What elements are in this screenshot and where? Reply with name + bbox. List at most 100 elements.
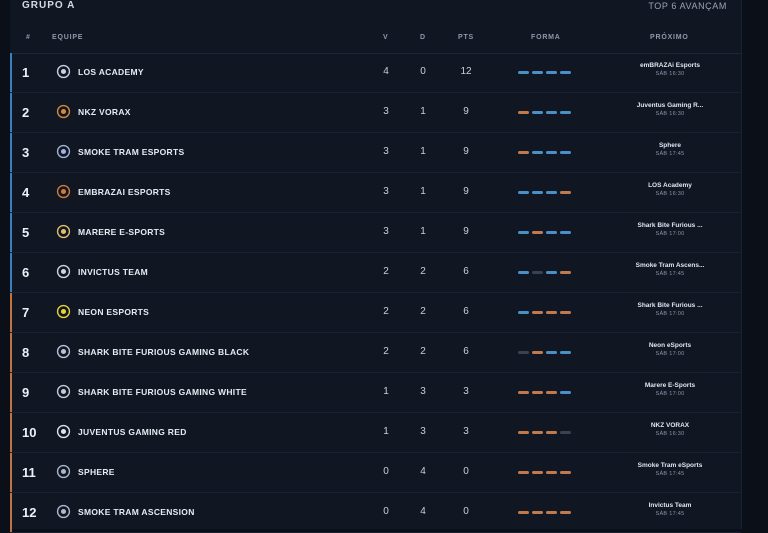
form-result-win <box>546 151 557 154</box>
table-row[interactable]: 10 JUVENTUS GAMING RED 1 3 3 NKZ VORAX S… <box>10 413 741 453</box>
row-position: 9 <box>22 385 30 400</box>
next-match[interactable]: Shark Bite Furious ... SÁB 17:00 <box>610 302 730 317</box>
zone-indicator <box>10 213 12 252</box>
team-name[interactable]: SMOKE TRAM ESPORTS <box>78 147 184 157</box>
wins-value: 3 <box>383 146 389 157</box>
row-position: 4 <box>22 185 30 200</box>
team-name[interactable]: NKZ VORAX <box>78 107 131 117</box>
form-result-loss <box>560 511 571 514</box>
form-result-loss <box>518 151 529 154</box>
table-header: # EQUIPE V D PTS FORMA PRÓXIMO <box>10 25 741 54</box>
table-row[interactable]: 8 SHARK BITE FURIOUS GAMING BLACK 2 2 6 … <box>10 333 741 373</box>
form-result-loss <box>518 471 529 474</box>
team-name[interactable]: SHARK BITE FURIOUS GAMING WHITE <box>78 387 247 397</box>
team-name[interactable]: JUVENTUS GAMING RED <box>78 427 187 437</box>
embrazai-logo-icon <box>56 184 71 199</box>
next-opponent: LOS Academy <box>648 182 692 189</box>
table-row[interactable]: 11 SPHERE 0 4 0 Smoke Tram eSports SÁB 1… <box>10 453 741 493</box>
form-result-win <box>560 351 571 354</box>
next-match[interactable]: Smoke Tram Ascens... SÁB 17:45 <box>610 262 730 277</box>
form-result-none <box>560 431 571 434</box>
zone-indicator <box>10 253 12 292</box>
form-result-win <box>560 71 571 74</box>
next-match[interactable]: Shark Bite Furious ... SÁB 17:00 <box>610 222 730 237</box>
team-name[interactable]: LOS ACADEMY <box>78 67 144 77</box>
team-name[interactable]: EMBRAZAI ESPORTS <box>78 187 171 197</box>
team-name[interactable]: INVICTUS TEAM <box>78 267 148 277</box>
form-result-loss <box>546 431 557 434</box>
team-name[interactable]: SPHERE <box>78 467 115 477</box>
losses-value: 2 <box>420 266 426 277</box>
form-result-win <box>560 391 571 394</box>
wins-value: 0 <box>383 466 389 477</box>
next-opponent: Shark Bite Furious ... <box>637 302 703 309</box>
next-opponent: Smoke Tram Ascens... <box>635 262 705 269</box>
next-opponent: Neon eSports <box>648 342 692 349</box>
next-match[interactable]: Marere E-Sports SÁB 17:00 <box>610 382 730 397</box>
form-result-loss <box>560 311 571 314</box>
form-result-win <box>546 191 557 194</box>
next-match[interactable]: Invictus Team SÁB 17:45 <box>610 502 730 517</box>
form-result-none <box>518 351 529 354</box>
points-value: 6 <box>463 346 469 357</box>
next-match-time: SÁB 17:00 <box>655 391 685 397</box>
group-header: GRUPO A TOP 6 AVANÇAM <box>10 0 741 22</box>
form-result-win <box>546 71 557 74</box>
team-name[interactable]: SHARK BITE FURIOUS GAMING BLACK <box>78 347 249 357</box>
group-title: GRUPO A <box>22 0 76 11</box>
next-match-time: SÁB 17:45 <box>655 471 685 477</box>
table-row[interactable]: 6 INVICTUS TEAM 2 2 6 Smoke Tram Ascens.… <box>10 253 741 293</box>
next-opponent: emBRAZAi Esports <box>640 62 700 69</box>
row-position: 10 <box>22 425 37 440</box>
next-opponent: Sphere <box>658 142 682 149</box>
table-row[interactable]: 5 MARERE E-SPORTS 3 1 9 Shark Bite Furio… <box>10 213 741 253</box>
form-result-loss <box>560 271 571 274</box>
wins-value: 0 <box>383 506 389 517</box>
juventus-logo-icon <box>56 424 71 439</box>
form-result-loss <box>532 431 543 434</box>
row-position: 7 <box>22 305 30 320</box>
wins-value: 4 <box>383 66 389 77</box>
table-row[interactable]: 3 SMOKE TRAM ESPORTS 3 1 9 Sphere SÁB 17… <box>10 133 741 173</box>
table-row[interactable]: 12 SMOKE TRAM ASCENSION 0 4 0 Invictus T… <box>10 493 741 533</box>
form-indicator <box>518 311 578 314</box>
losses-value: 4 <box>420 506 426 517</box>
next-match[interactable]: Neon eSports SÁB 17:00 <box>610 342 730 357</box>
team-name[interactable]: NEON ESPORTS <box>78 307 149 317</box>
next-match[interactable]: LOS Academy SÁB 16:30 <box>610 182 730 197</box>
next-match[interactable]: Juventus Gaming R... SÁB 16:30 <box>610 102 730 117</box>
next-opponent: Smoke Tram eSports <box>637 462 703 469</box>
table-row[interactable]: 2 NKZ VORAX 3 1 9 Juventus Gaming R... S… <box>10 93 741 133</box>
next-match[interactable]: Smoke Tram eSports SÁB 17:45 <box>610 462 730 477</box>
marere-logo-icon <box>56 224 71 239</box>
form-indicator <box>518 511 578 514</box>
next-match-time: SÁB 17:00 <box>655 231 685 237</box>
team-name[interactable]: SMOKE TRAM ASCENSION <box>78 507 195 517</box>
form-result-loss <box>546 311 557 314</box>
standings-table-body: 1 LOS ACADEMY 4 0 12 emBRAZAi Esports SÁ… <box>10 53 741 533</box>
form-indicator <box>518 391 578 394</box>
table-row[interactable]: 7 NEON ESPORTS 2 2 6 Shark Bite Furious … <box>10 293 741 333</box>
header-wins: V <box>383 34 389 41</box>
next-match[interactable]: Sphere SÁB 17:45 <box>610 142 730 157</box>
form-result-win <box>518 311 529 314</box>
next-match-time: SÁB 17:45 <box>655 151 685 157</box>
form-result-win <box>518 71 529 74</box>
form-indicator <box>518 431 578 434</box>
form-result-loss <box>532 471 543 474</box>
team-name[interactable]: MARERE E-SPORTS <box>78 227 165 237</box>
next-match-time: SÁB 17:00 <box>655 351 685 357</box>
next-match[interactable]: NKZ VORAX SÁB 16:30 <box>610 422 730 437</box>
points-value: 6 <box>463 306 469 317</box>
row-position: 2 <box>22 105 30 120</box>
zone-indicator <box>10 373 12 412</box>
table-row[interactable]: 4 EMBRAZAI ESPORTS 3 1 9 LOS Academy SÁB… <box>10 173 741 213</box>
next-match[interactable]: emBRAZAi Esports SÁB 16:30 <box>610 62 730 77</box>
shark-bite-white-logo-icon <box>56 384 71 399</box>
form-result-loss <box>546 391 557 394</box>
losses-value: 2 <box>420 306 426 317</box>
table-row[interactable]: 9 SHARK BITE FURIOUS GAMING WHITE 1 3 3 … <box>10 373 741 413</box>
losses-value: 1 <box>420 186 426 197</box>
table-row[interactable]: 1 LOS ACADEMY 4 0 12 emBRAZAi Esports SÁ… <box>10 53 741 93</box>
group-subtitle: TOP 6 AVANÇAM <box>648 1 727 11</box>
